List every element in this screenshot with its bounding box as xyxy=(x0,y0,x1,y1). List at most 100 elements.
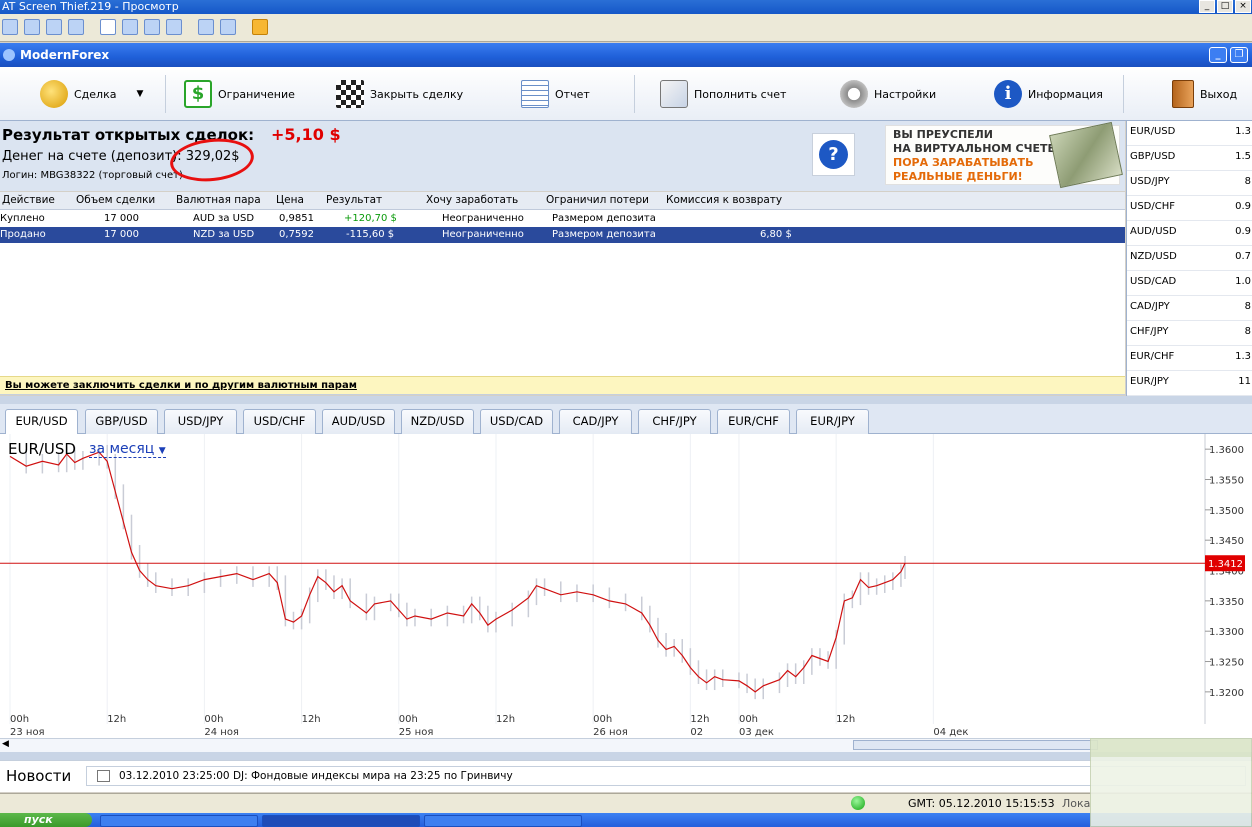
quote-pair: USD/CAD xyxy=(1130,276,1177,287)
deal-label: Сделка xyxy=(74,87,117,101)
chevron-down-icon[interactable]: ▼ xyxy=(136,89,143,99)
dollar-icon: $ xyxy=(184,80,212,108)
panel-splitter[interactable] xyxy=(0,752,1252,760)
help-button[interactable]: ? xyxy=(812,133,855,176)
column-header[interactable]: Комиссия к возврату xyxy=(666,194,782,206)
quote-row[interactable]: EUR/USD 1.3 xyxy=(1127,121,1252,146)
quote-pair: CHF/JPY xyxy=(1130,326,1169,337)
quote-value: 0.7 xyxy=(1235,251,1251,262)
x-tick-date: 26 ноя xyxy=(593,727,628,738)
cell-action: Продано xyxy=(0,229,46,240)
snip-close-button[interactable]: × xyxy=(1235,0,1251,13)
column-header[interactable]: Ограничил потери xyxy=(546,194,649,206)
scroll-left-icon[interactable]: ◀ xyxy=(2,739,9,749)
quote-value: 1.5 xyxy=(1235,151,1251,162)
tab-chf-jpy[interactable]: CHF/JPY xyxy=(638,409,711,434)
scrollbar-thumb[interactable] xyxy=(853,740,1098,750)
table-row-selected[interactable]: Продано 17 000 NZD за USD 0,7592 -115,60… xyxy=(0,227,1125,243)
tab-usd-chf[interactable]: USD/CHF xyxy=(243,409,316,434)
news-ticker[interactable]: 03.12.2010 23:25:00 DJ: Фондовые индексы… xyxy=(86,766,1246,786)
quote-row[interactable]: EUR/CHF 1.3 xyxy=(1127,346,1252,371)
cell-take-profit: Неограниченно xyxy=(442,213,524,224)
taskbar-window-button[interactable] xyxy=(424,815,582,827)
quote-row[interactable]: USD/JPY 8 xyxy=(1127,171,1252,196)
promo-banner[interactable]: ВЫ ПРЕУСПЕЛИ НА ВИРТУАЛЬНОМ СЧЕТЕ. ПОРА З… xyxy=(885,121,1123,189)
quote-row[interactable]: EUR/JPY 11 xyxy=(1127,371,1252,396)
info-button[interactable]: i Информация xyxy=(994,67,1103,121)
table-row[interactable]: Куплено 17 000 AUD за USD 0,9851 +120,70… xyxy=(0,211,1125,227)
column-header[interactable]: Цена xyxy=(276,194,304,206)
report-button[interactable]: Отчет xyxy=(521,67,590,121)
snip-maximize-button[interactable]: □ xyxy=(1217,0,1233,13)
snip-tool-icon[interactable] xyxy=(46,19,62,35)
faded-notification-popup xyxy=(1090,738,1252,827)
quote-row[interactable]: CHF/JPY 8 xyxy=(1127,321,1252,346)
exit-button[interactable]: Выход xyxy=(1172,67,1237,121)
tab-gbp-usd[interactable]: GBP/USD xyxy=(85,409,158,434)
quote-row[interactable]: AUD/USD 0.9 xyxy=(1127,221,1252,246)
snip-close-tool-icon[interactable] xyxy=(252,19,268,35)
open-result-value: +5,10 $ xyxy=(271,125,341,144)
news-item[interactable]: 03.12.2010 23:25:00 DJ: Фондовые индексы… xyxy=(119,770,513,782)
snip-tool-icon[interactable] xyxy=(24,19,40,35)
column-header[interactable]: Хочу заработать xyxy=(426,194,518,206)
snip-tool-icon[interactable] xyxy=(68,19,84,35)
deposit-button[interactable]: Пополнить счет xyxy=(660,67,786,121)
x-tick-time: 12h xyxy=(496,714,515,725)
quote-row[interactable]: USD/CAD 1.0 xyxy=(1127,271,1252,296)
close-deal-label: Закрыть сделку xyxy=(370,87,464,101)
snip-minimize-button[interactable]: _ xyxy=(1199,0,1215,13)
column-header[interactable]: Валютная пара xyxy=(176,194,261,206)
chart-period-dropdown[interactable]: за месяц ▼ xyxy=(89,441,166,458)
column-header[interactable]: Действие xyxy=(2,194,55,206)
banner-line-2: НА ВИРТУАЛЬНОМ СЧЕТЕ. xyxy=(893,142,1060,155)
quote-row[interactable]: USD/CHF 0.9 xyxy=(1127,196,1252,221)
tab-usd-cad[interactable]: USD/CAD xyxy=(480,409,553,434)
settings-button[interactable]: Настройки xyxy=(840,67,936,121)
quote-row[interactable]: NZD/USD 0.7 xyxy=(1127,246,1252,271)
deal-button[interactable]: Сделка ▼ xyxy=(40,67,143,121)
quote-pair: NZD/USD xyxy=(1130,251,1177,262)
snip-tool-icon[interactable] xyxy=(122,19,138,35)
snip-tool-icon[interactable] xyxy=(144,19,160,35)
banner-text-top: ВЫ ПРЕУСПЕЛИ НА ВИРТУАЛЬНОМ СЧЕТЕ. xyxy=(893,128,1059,156)
quote-pair: USD/JPY xyxy=(1130,176,1170,187)
column-header[interactable]: Результат xyxy=(326,194,382,206)
panel-splitter[interactable] xyxy=(0,396,1252,404)
snip-tool-icon[interactable] xyxy=(2,19,18,35)
start-button[interactable]: пуск xyxy=(0,813,92,827)
quote-pair: USD/CHF xyxy=(1130,201,1175,212)
limit-label: Ограничение xyxy=(218,87,295,101)
current-price-label: 1.3412 xyxy=(1208,559,1243,570)
tab-cad-jpy[interactable]: CAD/JPY xyxy=(559,409,632,434)
x-tick-time: 12h xyxy=(302,714,321,725)
x-tick-date: 02 xyxy=(690,727,703,738)
taskbar-window-button-active[interactable] xyxy=(262,815,420,827)
snip-tool-icon[interactable] xyxy=(198,19,214,35)
app-minimize-button[interactable]: _ xyxy=(1209,47,1227,63)
tab-aud-usd[interactable]: AUD/USD xyxy=(322,409,395,434)
popup-header xyxy=(1091,739,1251,757)
close-deal-button[interactable]: Закрыть сделку xyxy=(336,67,463,121)
y-tick-label: 1.3350 xyxy=(1209,597,1244,608)
taskbar-window-button[interactable] xyxy=(100,815,258,827)
limit-button[interactable]: $ Ограничение xyxy=(184,67,295,121)
x-tick-time: 12h xyxy=(690,714,709,725)
status-extra: Лока xyxy=(1062,797,1091,810)
tab-nzd-usd[interactable]: NZD/USD xyxy=(401,409,474,434)
snip-tool-icon[interactable] xyxy=(166,19,182,35)
tab-usd-jpy[interactable]: USD/JPY xyxy=(164,409,237,434)
tab-eur-chf[interactable]: EUR/CHF xyxy=(717,409,790,434)
quote-value: 8 xyxy=(1244,301,1251,312)
column-header[interactable]: Объем сделки xyxy=(76,194,155,206)
app-restore-button[interactable]: ❐ xyxy=(1230,47,1248,63)
tab-eur-jpy[interactable]: EUR/JPY xyxy=(796,409,869,434)
tab-eur-usd[interactable]: EUR/USD xyxy=(5,409,78,435)
price-chart[interactable]: 00h 23 ноя 12h 00h 24 ноя 12h 00h 25 ноя 12h 00h 2… xyxy=(0,434,1252,738)
snip-tool-icon[interactable] xyxy=(220,19,236,35)
other-pairs-link[interactable]: Вы можете заключить сделки и по другим в… xyxy=(5,380,357,391)
quote-row[interactable]: GBP/USD 1.5 xyxy=(1127,146,1252,171)
snip-tool-icon[interactable] xyxy=(100,19,116,35)
quote-row[interactable]: CAD/JPY 8 xyxy=(1127,296,1252,321)
snip-toolbar xyxy=(0,14,1252,42)
